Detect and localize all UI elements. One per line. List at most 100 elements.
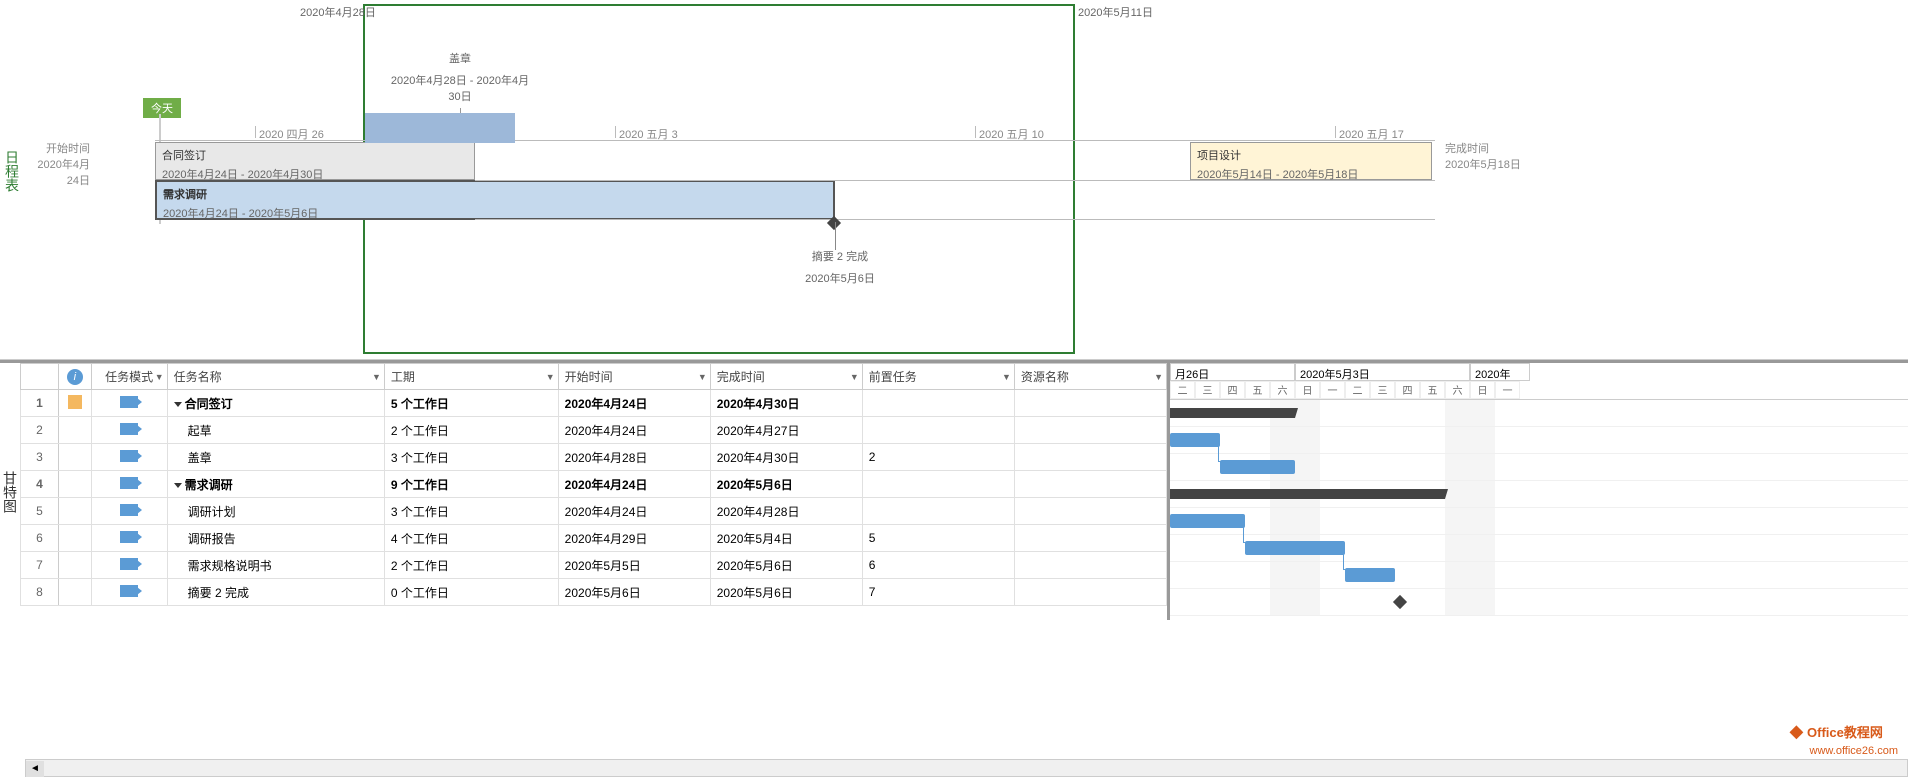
- task-table[interactable]: i 任务模式▼ 任务名称▼ 工期▼ 开始时间▼ 完成时间▼ 前置任务▼ 资源名称…: [20, 363, 1170, 620]
- pred-cell[interactable]: 5: [862, 525, 1014, 552]
- mode-cell[interactable]: [91, 471, 167, 498]
- col-mode[interactable]: 任务模式▼: [91, 364, 167, 390]
- mode-cell[interactable]: [91, 579, 167, 606]
- timeline-bar-research[interactable]: 需求调研 2020年4月24日 - 2020年5月6日: [155, 180, 835, 220]
- duration-cell[interactable]: 2 个工作日: [384, 417, 558, 444]
- name-cell[interactable]: 合同签订: [167, 390, 384, 417]
- name-cell[interactable]: 调研报告: [167, 525, 384, 552]
- finish-cell[interactable]: 2020年5月4日: [710, 525, 862, 552]
- duration-cell[interactable]: 4 个工作日: [384, 525, 558, 552]
- row-number[interactable]: 5: [21, 498, 59, 525]
- resource-cell[interactable]: [1014, 552, 1166, 579]
- finish-cell[interactable]: 2020年4月27日: [710, 417, 862, 444]
- timeline-bar-design[interactable]: 项目设计 2020年5月14日 - 2020年5月18日: [1190, 142, 1432, 180]
- table-row[interactable]: 6 调研报告 4 个工作日 2020年4月29日 2020年5月4日 5: [21, 525, 1167, 552]
- finish-cell[interactable]: 2020年4月30日: [710, 444, 862, 471]
- col-name[interactable]: 任务名称▼: [167, 364, 384, 390]
- day-header[interactable]: 四: [1220, 381, 1245, 399]
- timeline-canvas[interactable]: 今天 开始时间 2020年4月24日 完成时间 2020年5月18日 盖章 20…: [95, 0, 1535, 300]
- mode-cell[interactable]: [91, 444, 167, 471]
- start-cell[interactable]: 2020年4月29日: [558, 525, 710, 552]
- name-cell[interactable]: 盖章: [167, 444, 384, 471]
- task-bar[interactable]: [1245, 541, 1345, 555]
- start-cell[interactable]: 2020年5月6日: [558, 579, 710, 606]
- mode-cell[interactable]: [91, 498, 167, 525]
- summary-bar[interactable]: [1170, 489, 1445, 499]
- table-row[interactable]: 8 摘要 2 完成 0 个工作日 2020年5月6日 2020年5月6日 7: [21, 579, 1167, 606]
- day-header[interactable]: 三: [1195, 381, 1220, 399]
- resource-cell[interactable]: [1014, 498, 1166, 525]
- finish-cell[interactable]: 2020年4月30日: [710, 390, 862, 417]
- dropdown-icon[interactable]: ▼: [1002, 372, 1011, 382]
- resource-cell[interactable]: [1014, 444, 1166, 471]
- duration-cell[interactable]: 0 个工作日: [384, 579, 558, 606]
- week-header[interactable]: 月26日: [1170, 363, 1295, 381]
- gantt-row[interactable]: [1170, 427, 1908, 454]
- name-cell[interactable]: 调研计划: [167, 498, 384, 525]
- collapse-icon[interactable]: [174, 483, 182, 488]
- mode-cell[interactable]: [91, 417, 167, 444]
- gantt-row[interactable]: [1170, 562, 1908, 589]
- dropdown-icon[interactable]: ▼: [698, 372, 707, 382]
- table-row[interactable]: 5 调研计划 3 个工作日 2020年4月24日 2020年4月28日: [21, 498, 1167, 525]
- gantt-row[interactable]: [1170, 589, 1908, 616]
- task-bar[interactable]: [1220, 460, 1295, 474]
- task-bar[interactable]: [1170, 433, 1220, 447]
- table-row[interactable]: 1 合同签订 5 个工作日 2020年4月24日 2020年4月30日: [21, 390, 1167, 417]
- duration-cell[interactable]: 2 个工作日: [384, 552, 558, 579]
- collapse-icon[interactable]: [174, 402, 182, 407]
- name-cell[interactable]: 需求规格说明书: [167, 552, 384, 579]
- gantt-row[interactable]: [1170, 454, 1908, 481]
- day-header[interactable]: 三: [1370, 381, 1395, 399]
- col-pred[interactable]: 前置任务▼: [862, 364, 1014, 390]
- gantt-row[interactable]: [1170, 400, 1908, 427]
- table-row[interactable]: 4 需求调研 9 个工作日 2020年4月24日 2020年5月6日: [21, 471, 1167, 498]
- row-number[interactable]: 8: [21, 579, 59, 606]
- week-header[interactable]: 2020年: [1470, 363, 1530, 381]
- dropdown-icon[interactable]: ▼: [372, 372, 381, 382]
- name-cell[interactable]: 需求调研: [167, 471, 384, 498]
- finish-cell[interactable]: 2020年5月6日: [710, 471, 862, 498]
- day-header[interactable]: 二: [1345, 381, 1370, 399]
- gantt-chart[interactable]: 月26日 2020年5月3日 2020年 二三四五六日一二三四五六日一: [1170, 363, 1908, 620]
- day-header[interactable]: 一: [1320, 381, 1345, 399]
- day-header[interactable]: 日: [1470, 381, 1495, 399]
- row-number[interactable]: 6: [21, 525, 59, 552]
- col-resource[interactable]: 资源名称▼: [1014, 364, 1166, 390]
- resource-cell[interactable]: [1014, 417, 1166, 444]
- col-info[interactable]: i: [59, 364, 92, 390]
- start-cell[interactable]: 2020年4月24日: [558, 471, 710, 498]
- task-bar[interactable]: [1345, 568, 1395, 582]
- col-rownum[interactable]: [21, 364, 59, 390]
- row-number[interactable]: 7: [21, 552, 59, 579]
- milestone-diamond[interactable]: [1393, 595, 1407, 609]
- resource-cell[interactable]: [1014, 390, 1166, 417]
- row-number[interactable]: 4: [21, 471, 59, 498]
- pred-cell[interactable]: [862, 417, 1014, 444]
- col-start[interactable]: 开始时间▼: [558, 364, 710, 390]
- horizontal-scrollbar[interactable]: ◄: [25, 759, 1908, 777]
- day-header[interactable]: 一: [1495, 381, 1520, 399]
- day-header[interactable]: 五: [1420, 381, 1445, 399]
- finish-cell[interactable]: 2020年5月6日: [710, 552, 862, 579]
- duration-cell[interactable]: 5 个工作日: [384, 390, 558, 417]
- resource-cell[interactable]: [1014, 579, 1166, 606]
- row-number[interactable]: 3: [21, 444, 59, 471]
- day-header[interactable]: 五: [1245, 381, 1270, 399]
- row-number[interactable]: 2: [21, 417, 59, 444]
- dropdown-icon[interactable]: ▼: [1154, 372, 1163, 382]
- finish-cell[interactable]: 2020年5月6日: [710, 579, 862, 606]
- pred-cell[interactable]: [862, 498, 1014, 525]
- dropdown-icon[interactable]: ▼: [546, 372, 555, 382]
- mode-cell[interactable]: [91, 552, 167, 579]
- summary-bar[interactable]: [1170, 408, 1295, 418]
- table-row[interactable]: 7 需求规格说明书 2 个工作日 2020年5月5日 2020年5月6日 6: [21, 552, 1167, 579]
- dropdown-icon[interactable]: ▼: [850, 372, 859, 382]
- start-cell[interactable]: 2020年4月24日: [558, 417, 710, 444]
- duration-cell[interactable]: 3 个工作日: [384, 444, 558, 471]
- mode-cell[interactable]: [91, 525, 167, 552]
- start-cell[interactable]: 2020年4月24日: [558, 390, 710, 417]
- scroll-left-button[interactable]: ◄: [26, 761, 44, 777]
- row-number[interactable]: 1: [21, 390, 59, 417]
- timeline-bar-contract[interactable]: 合同签订 2020年4月24日 - 2020年4月30日: [155, 142, 475, 180]
